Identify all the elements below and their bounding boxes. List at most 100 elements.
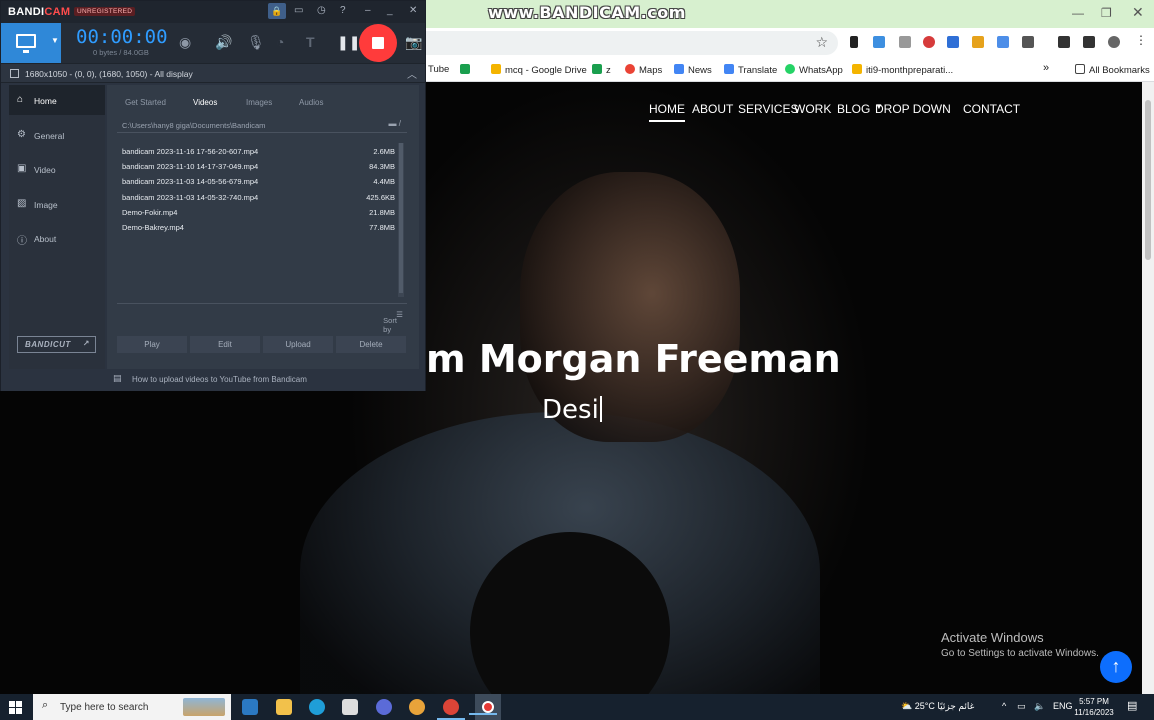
pen-extension-icon[interactable] bbox=[850, 36, 858, 48]
scroll-to-top-button[interactable]: ↑ bbox=[1100, 651, 1132, 683]
doc-extension-icon[interactable] bbox=[997, 36, 1009, 48]
blue-extension-icon[interactable] bbox=[947, 36, 959, 48]
nav-services[interactable]: SERVICES bbox=[738, 102, 798, 116]
extensions-puzzle-icon[interactable] bbox=[1022, 36, 1034, 48]
sidebar-item-about[interactable]: ⓘ About bbox=[9, 223, 105, 253]
tab-videos[interactable]: Videos bbox=[193, 98, 217, 107]
download-extension-icon[interactable] bbox=[873, 36, 885, 48]
list-item[interactable]: bandicam 2023-11-03 14-05-56-679.mp4 4.4M… bbox=[121, 175, 395, 190]
minimize-icon[interactable]: — bbox=[1072, 6, 1084, 20]
color-extension-icon[interactable] bbox=[923, 36, 935, 48]
cursor-effect-icon[interactable]: ◔ bbox=[276, 34, 284, 50]
upload-button[interactable]: Upload bbox=[263, 336, 333, 353]
minimize-to-tray-icon[interactable]: – bbox=[365, 5, 371, 16]
omnibox[interactable]: ☆ bbox=[426, 31, 838, 55]
bookmark-iti9[interactable]: iti9-monthpreparati... bbox=[852, 64, 953, 76]
sidebar-item-video[interactable]: ▣ Video bbox=[9, 154, 105, 184]
folder-icon[interactable]: ▭ bbox=[294, 5, 303, 16]
mail-app-icon[interactable] bbox=[242, 699, 258, 715]
scrollbar-thumb[interactable] bbox=[1145, 100, 1151, 260]
bookmark-translate[interactable]: Translate bbox=[724, 64, 777, 76]
delete-button[interactable]: Delete bbox=[336, 336, 406, 353]
nav-about[interactable]: ABOUT bbox=[692, 102, 733, 116]
list-item[interactable]: bandicam 2023-11-03 14-05-32-740.mp4 425.… bbox=[121, 191, 395, 206]
system-clock[interactable]: 5:57 PM 11/16/2023 bbox=[1072, 696, 1116, 718]
webcam-off-icon[interactable]: ◉ bbox=[179, 34, 191, 51]
chrome-active-icon[interactable] bbox=[437, 699, 465, 720]
grid-extension-icon[interactable] bbox=[972, 36, 984, 48]
edge-browser-icon[interactable] bbox=[309, 699, 325, 715]
camera-screenshot-icon[interactable]: 📷 bbox=[405, 34, 422, 51]
tab-images[interactable]: Images bbox=[246, 98, 272, 107]
close-icon[interactable]: ✕ bbox=[1132, 4, 1144, 21]
vs-code-icon[interactable] bbox=[376, 699, 392, 715]
side-panel-icon[interactable] bbox=[1083, 36, 1095, 48]
page-scrollbar[interactable] bbox=[1142, 82, 1154, 694]
weather-widget[interactable]: ⛅ 25°C غائم جزئيًا bbox=[901, 701, 974, 712]
notification-icon[interactable]: ▤ bbox=[1127, 699, 1137, 712]
file-list-scroll-thumb[interactable] bbox=[399, 143, 403, 293]
volume-icon[interactable]: 🔈 bbox=[1034, 701, 1045, 712]
bookmark-mcq[interactable]: mcq - Google Drive bbox=[491, 64, 587, 76]
output-folder-path[interactable]: C:\Users\hany8 giga\Documents\Bandicam ▬… bbox=[117, 115, 407, 133]
edit-button[interactable]: Edit bbox=[190, 336, 260, 353]
file-list-scrollbar[interactable] bbox=[398, 143, 404, 297]
taskbar-search-box[interactable]: ⌕ Type here to search bbox=[33, 694, 231, 720]
stop-recording-button[interactable] bbox=[359, 24, 397, 62]
sort-by-date-button[interactable]: ☰ Sort by Date bbox=[383, 310, 403, 343]
bookmarks-overflow-icon[interactable]: » bbox=[1043, 62, 1049, 74]
close-icon[interactable]: ✕ bbox=[409, 5, 417, 16]
minimize-icon[interactable]: _ bbox=[387, 5, 393, 16]
bookmark-maps[interactable]: Maps bbox=[625, 64, 662, 76]
bandicut-button[interactable]: BANDICUT ↗ bbox=[17, 336, 96, 353]
microphone-off-icon[interactable]: 🎙 bbox=[247, 34, 265, 51]
chevron-down-icon[interactable]: ▼ bbox=[51, 36, 59, 45]
unregistered-badge[interactable]: UNREGISTERED bbox=[74, 7, 136, 16]
screen-mode-button[interactable]: ▼ bbox=[1, 23, 61, 63]
nav-contact[interactable]: CONTACT bbox=[963, 102, 1020, 116]
lock-icon[interactable]: 🔒 bbox=[268, 3, 286, 19]
clock-icon[interactable]: ◷ bbox=[317, 5, 326, 16]
help-icon[interactable]: ? bbox=[340, 5, 346, 16]
chevron-up-icon[interactable]: ^ bbox=[1002, 701, 1006, 711]
bandicam-taskbar-icon[interactable] bbox=[469, 694, 501, 720]
list-item[interactable]: Demo-Fokir.mp4 21.8MB bbox=[121, 206, 395, 221]
nav-home[interactable]: HOME bbox=[649, 102, 685, 122]
list-item[interactable]: bandicam 2023-11-16 17-56-20-607.mp4 2.6M… bbox=[121, 145, 395, 160]
capture-area-checkbox[interactable] bbox=[10, 69, 19, 78]
downloads-icon[interactable] bbox=[1058, 36, 1070, 48]
speaker-icon[interactable]: 🔊 bbox=[215, 34, 232, 51]
sidebar-item-general[interactable]: ⚙ General bbox=[9, 120, 105, 150]
bookmark-youtube[interactable]: Tube bbox=[428, 64, 449, 75]
bookmark-news[interactable]: News bbox=[674, 64, 712, 76]
bookmark-z[interactable]: z bbox=[592, 64, 611, 76]
tab-get-started[interactable]: Get Started bbox=[125, 98, 166, 107]
sidebar-item-home[interactable]: ⌂ Home bbox=[9, 85, 105, 115]
network-icon[interactable]: ▭ bbox=[1017, 701, 1026, 712]
store-app-icon[interactable] bbox=[342, 699, 358, 715]
text-extension-icon[interactable] bbox=[899, 36, 911, 48]
nav-work[interactable]: WORK bbox=[794, 102, 831, 116]
list-item[interactable]: Demo-Bakrey.mp4 77.8MB bbox=[121, 221, 395, 236]
profile-avatar[interactable] bbox=[1108, 36, 1120, 48]
bookmark-star-icon[interactable]: ☆ bbox=[815, 34, 828, 51]
play-button[interactable]: Play bbox=[117, 336, 187, 353]
sidebar-item-image[interactable]: ▨ Image bbox=[9, 189, 105, 219]
windows-start-icon[interactable] bbox=[9, 701, 22, 714]
file-explorer-icon[interactable] bbox=[276, 699, 292, 715]
youtube-upload-hint-link[interactable]: How to upload videos to YouTube from Ban… bbox=[132, 375, 307, 384]
list-item[interactable]: bandicam 2023-11-10 14-17-37-049.mp4 84.3… bbox=[121, 160, 395, 175]
language-indicator[interactable]: ENG bbox=[1053, 701, 1073, 711]
bookmark-whatsapp[interactable]: WhatsApp bbox=[785, 64, 843, 76]
chrome-icon[interactable] bbox=[409, 699, 425, 715]
kebab-menu-icon[interactable]: ⋮ bbox=[1135, 33, 1147, 47]
all-bookmarks[interactable]: All Bookmarks bbox=[1075, 64, 1150, 76]
restore-icon[interactable]: ❐ bbox=[1101, 6, 1112, 20]
bookmark-drive-icon[interactable] bbox=[460, 64, 474, 76]
collapse-icon[interactable]: ︿ bbox=[407, 66, 417, 81]
text-overlay-icon[interactable]: T bbox=[306, 34, 315, 50]
pause-icon[interactable]: ❚❚ bbox=[337, 34, 360, 51]
nav-blog[interactable]: BLOG bbox=[837, 102, 870, 116]
tab-audios[interactable]: Audios bbox=[299, 98, 323, 107]
open-folder-icon[interactable]: ▬ / bbox=[389, 119, 401, 128]
